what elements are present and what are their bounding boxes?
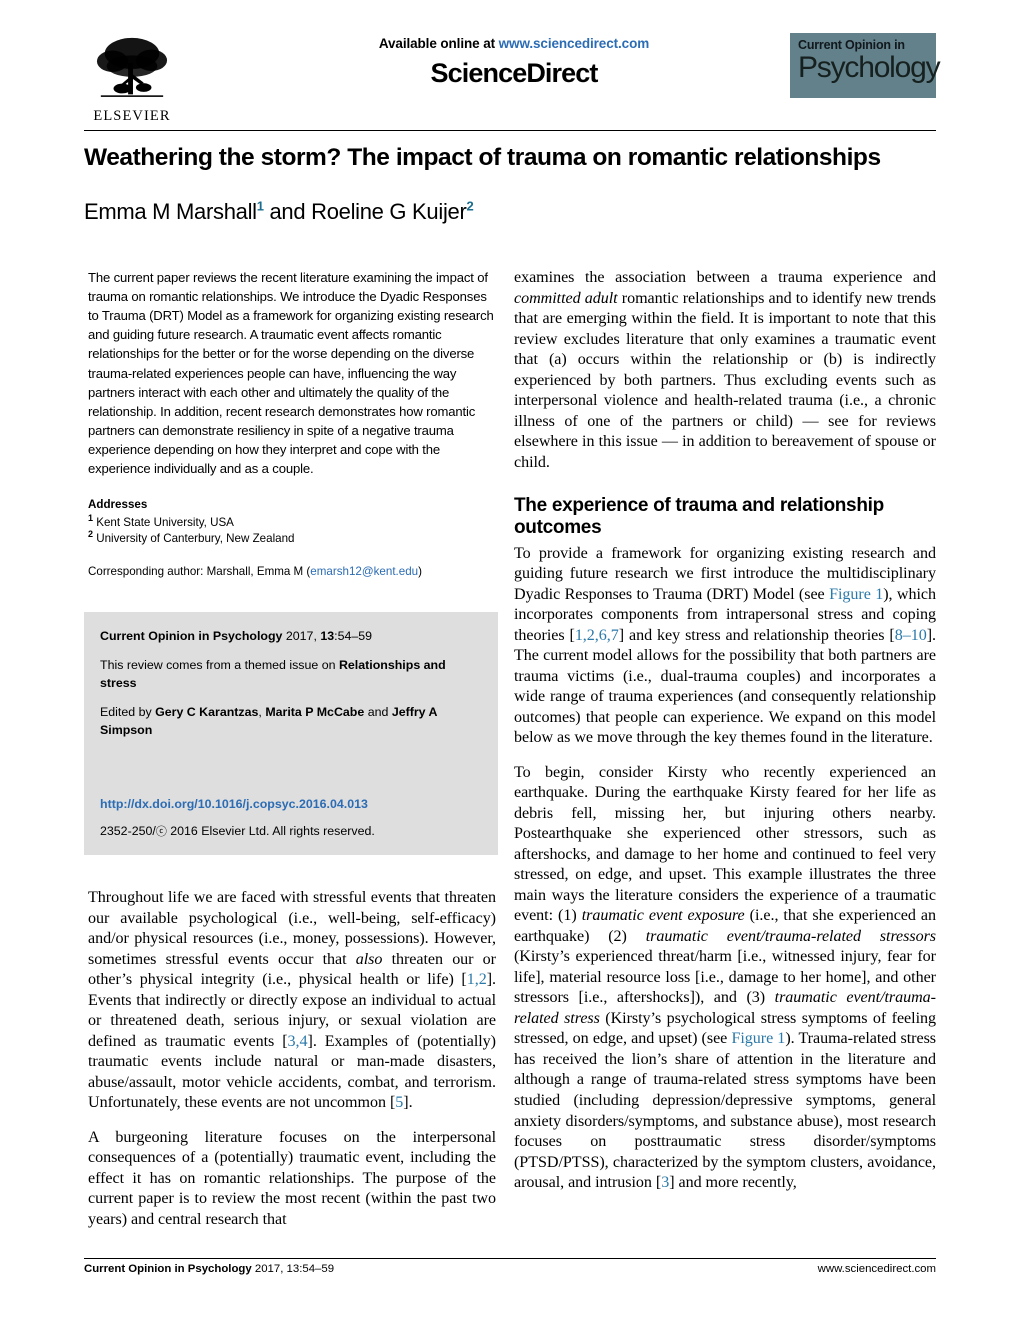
body-text: examines the association between a traum… bbox=[514, 269, 936, 286]
body-text: ). Trauma-related stress has received th… bbox=[514, 1030, 936, 1192]
page-title: Weathering the storm? The impact of trau… bbox=[84, 144, 881, 171]
body-paragraph: A burgeoning literature focuses on the i… bbox=[88, 1128, 496, 1231]
reference-link[interactable]: 1,2,6,7 bbox=[575, 627, 619, 644]
corresponding-author-email[interactable]: emarsh12@kent.edu bbox=[310, 565, 418, 578]
address-text: University of Canterbury, New Zealand bbox=[93, 532, 295, 546]
themed-issue-line: This review comes from a themed issue on… bbox=[100, 657, 482, 693]
figure-link[interactable]: Figure 1 bbox=[829, 586, 883, 603]
section-heading: The experience of trauma and relationshi… bbox=[514, 495, 884, 539]
left-column-top: The current paper reviews the recent lit… bbox=[88, 268, 494, 580]
body-text: A burgeoning literature focuses on the i… bbox=[88, 1128, 496, 1228]
right-column-section-paragraphs: To provide a framework for organizing ex… bbox=[514, 544, 936, 1194]
author-2-affiliation-marker: 2 bbox=[466, 198, 474, 214]
body-text: To begin, consider Kirsty who recently e… bbox=[514, 763, 936, 925]
journal-article-page: ELSEVIER Available online at www.science… bbox=[0, 0, 1020, 1323]
edited-by-prefix: Edited by bbox=[100, 704, 156, 719]
body-text: ]. bbox=[403, 1094, 413, 1112]
corresponding-author-label: Corresponding author: Marshall, Emma M ( bbox=[88, 564, 311, 578]
journal-name: Current Opinion in Psychology bbox=[100, 629, 283, 643]
journal-logo-bottom-line: Psychology bbox=[798, 51, 941, 85]
corresponding-author-line: Corresponding author: Marshall, Emma M (… bbox=[88, 564, 494, 580]
journal-volume: 13 bbox=[320, 629, 335, 643]
header-divider bbox=[84, 130, 936, 131]
author-list: Emma M Marshall1 and Roeline G Kuijer2 bbox=[84, 199, 936, 225]
journal-citation-line: Current Opinion in Psychology 2017, 13:5… bbox=[100, 628, 482, 646]
abstract-text: The current paper reviews the recent lit… bbox=[88, 270, 494, 477]
issn-number: 2352-250/ bbox=[100, 823, 156, 838]
figure-link[interactable]: Figure 1 bbox=[731, 1030, 785, 1047]
right-column: examines the association between a traum… bbox=[514, 268, 936, 1194]
emphasis-text: also bbox=[355, 950, 383, 968]
issn-copyright-line: 2352-250/ⓒ 2016 Elsevier Ltd. All rights… bbox=[100, 823, 482, 841]
emphasis-text: traumatic event/trauma-related stressors bbox=[645, 927, 936, 945]
footer-divider bbox=[84, 1258, 936, 1259]
reference-link[interactable]: 8–10 bbox=[895, 627, 927, 644]
editors-line: Edited by Gery C Karantzas, Marita P McC… bbox=[100, 704, 482, 740]
doi-link[interactable]: http://dx.doi.org/10.1016/j.copsyc.2016.… bbox=[100, 796, 482, 814]
emphasis-text: traumatic event exposure bbox=[581, 907, 745, 925]
address-list: 1 Kent State University, USA 2 University… bbox=[88, 513, 494, 548]
editor-2: Marita P McCabe bbox=[265, 704, 365, 719]
page-footer: Current Opinion in Psychology 2017, 13:5… bbox=[84, 1263, 936, 1275]
footer-citation-detail: 2017, 13:54–59 bbox=[251, 1263, 335, 1275]
address-text: Kent State University, USA bbox=[93, 515, 234, 529]
journal-logo: Current Opinion in Psychology bbox=[790, 33, 941, 98]
body-text: ]. The current model allows for the poss… bbox=[514, 626, 936, 747]
footer-website: www.sciencedirect.com bbox=[817, 1263, 936, 1275]
author-conjunction: and Roeline G Kuijer bbox=[263, 199, 467, 224]
footer-citation: Current Opinion in Psychology 2017, 13:5… bbox=[84, 1263, 334, 1275]
copyright-icon: ⓒ bbox=[155, 825, 167, 838]
themed-issue-prefix: This review comes from a themed issue on bbox=[100, 657, 339, 672]
addresses-label: Addresses bbox=[88, 498, 148, 512]
right-column-intro-paragraphs: examines the association between a traum… bbox=[514, 268, 936, 473]
available-online-label: Available online at bbox=[378, 36, 499, 51]
author-1-affiliation-marker: 1 bbox=[256, 198, 264, 214]
editor-1: Gery C Karantzas bbox=[155, 704, 259, 719]
elsevier-logo: ELSEVIER bbox=[84, 34, 180, 124]
journal-year: 2017, bbox=[282, 629, 321, 643]
body-text: ] and key stress and relationship theori… bbox=[618, 626, 895, 644]
sciencedirect-wordmark: ScienceDirect bbox=[430, 58, 599, 88]
address-item: 2 University of Canterbury, New Zealand bbox=[88, 530, 494, 547]
sciencedirect-url-link[interactable]: www.sciencedirect.com bbox=[499, 36, 650, 51]
body-paragraph: examines the association between a traum… bbox=[514, 268, 936, 473]
journal-info-box: Current Opinion in Psychology 2017, 13:5… bbox=[84, 612, 498, 855]
body-text: romantic relationships and to identify n… bbox=[514, 289, 936, 471]
journal-logo-top-line: Current Opinion in bbox=[798, 38, 905, 52]
elsevier-wordmark: ELSEVIER bbox=[93, 108, 171, 124]
body-paragraph: To begin, consider Kirsty who recently e… bbox=[514, 763, 936, 1194]
elsevier-tree-icon bbox=[96, 37, 168, 97]
reference-link[interactable]: 3,4 bbox=[288, 1033, 308, 1050]
copyright-text: 2016 Elsevier Ltd. All rights reserved. bbox=[166, 823, 375, 838]
address-item: 1 Kent State University, USA bbox=[88, 513, 494, 531]
reference-link[interactable]: 1,2 bbox=[467, 971, 487, 988]
masthead: ELSEVIER Available online at www.science… bbox=[84, 28, 941, 128]
corresponding-author-close-paren: ) bbox=[418, 564, 422, 578]
body-text: ] and more recently, bbox=[669, 1174, 797, 1192]
left-column-body: Throughout life we are faced with stress… bbox=[88, 888, 496, 1230]
sciencedirect-block: Available online at www.sciencedirect.co… bbox=[264, 36, 764, 89]
body-paragraph: Throughout life we are faced with stress… bbox=[88, 888, 496, 1114]
editor-sep-2: and bbox=[364, 704, 392, 719]
author-1: Emma M Marshall bbox=[84, 199, 257, 224]
emphasis-text: committed adult bbox=[514, 289, 618, 307]
footer-journal-name: Current Opinion in Psychology bbox=[84, 1263, 252, 1275]
journal-pages: :54–59 bbox=[334, 629, 373, 643]
reference-link[interactable]: 3 bbox=[661, 1174, 669, 1191]
addresses-block: Addresses 1 Kent State University, USA 2 … bbox=[88, 497, 494, 547]
available-online-line: Available online at www.sciencedirect.co… bbox=[264, 36, 764, 51]
body-paragraph: To provide a framework for organizing ex… bbox=[514, 544, 936, 749]
